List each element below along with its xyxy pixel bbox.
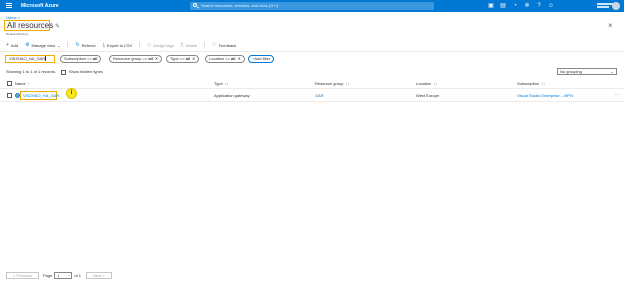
- type-filter-pill[interactable]: Type == all ✕: [166, 55, 200, 63]
- trash-icon: ▯: [180, 42, 184, 48]
- sort-icon: ↑↓: [433, 81, 438, 86]
- bell-icon[interactable]: ◔: [509, 2, 521, 10]
- subscription-filter-pill[interactable]: Subscription == all: [60, 55, 102, 63]
- assign-tags-button[interactable]: ◇ Assign tags: [147, 42, 174, 48]
- sort-icon: ↑: [27, 81, 30, 86]
- resource-group-filter-pill[interactable]: Resource group == all ✕: [109, 55, 163, 63]
- show-hidden-types-checkbox[interactable]: Show hidden types: [61, 69, 103, 75]
- close-icon[interactable]: ✕: [155, 56, 158, 61]
- record-count: Showing 1 to 1 of 1 records.: [6, 69, 56, 74]
- resource-name-link[interactable]: VISZHAO_HA_GAR: [20, 91, 59, 100]
- refresh-icon: ↻: [75, 42, 80, 48]
- avatar: [612, 2, 620, 10]
- sort-icon: ↑↓: [345, 81, 350, 86]
- gear-icon: ⚙: [25, 42, 30, 48]
- delete-button[interactable]: ▯ Delete: [181, 42, 197, 48]
- filter-name-input[interactable]: VISZHAO_HA_GAR: [5, 55, 55, 63]
- close-icon[interactable]: ✕: [192, 56, 195, 61]
- feedback-button[interactable]: ♡ Feedback: [212, 42, 236, 48]
- chevron-down-icon: ⌄: [610, 69, 614, 74]
- column-resource-group[interactable]: Resource group ↑↓: [315, 81, 349, 87]
- command-bar: + Add ⚙ Manage view ⌄ ↻ Refresh ⤓ Export to C…: [6, 41, 243, 49]
- row-checkbox[interactable]: [7, 93, 12, 98]
- divider: [0, 51, 624, 52]
- grouping-select[interactable]: No grouping ⌄: [557, 68, 617, 75]
- page-subtitle: Default Directory: [6, 32, 29, 36]
- close-icon[interactable]: ×: [608, 22, 613, 30]
- info-badge: i: [66, 88, 77, 99]
- close-icon[interactable]: ✕: [237, 56, 240, 61]
- account-menu[interactable]: [597, 2, 622, 10]
- plus-icon: +: [6, 42, 9, 48]
- sort-icon: ↑↓: [541, 81, 546, 86]
- next-page-button[interactable]: Next >: [86, 271, 112, 279]
- download-icon: ⤓: [102, 42, 105, 48]
- help-icon[interactable]: ?: [533, 2, 545, 10]
- export-csv-button[interactable]: ⤓ Export to CSV: [103, 42, 133, 48]
- search-placeholder: Search resources, services, and docs (G+…: [201, 3, 279, 8]
- sort-icon: ↑↓: [224, 81, 229, 86]
- portal-icon[interactable]: ▣: [485, 2, 497, 10]
- location-filter-pill[interactable]: Location == all ✕: [205, 55, 245, 63]
- column-name[interactable]: Name ↑: [15, 81, 30, 87]
- page-title-highlight: All resources: [4, 20, 54, 31]
- chevron-down-icon: ⌄: [57, 42, 61, 48]
- more-actions-icon[interactable]: ···: [615, 92, 620, 98]
- cloud-shell-icon[interactable]: ▤: [497, 2, 509, 10]
- gear-icon[interactable]: ✲: [521, 2, 533, 10]
- brand-label[interactable]: Microsoft Azure: [21, 2, 59, 10]
- feedback-icon[interactable]: ☺: [545, 2, 557, 10]
- select-all-checkbox[interactable]: [7, 81, 12, 86]
- cell-resource-group-link[interactable]: GAR: [315, 93, 324, 99]
- tag-icon: ◇: [147, 42, 152, 48]
- search-icon: [193, 3, 197, 7]
- chevron-down-icon: ⌄: [67, 272, 71, 277]
- column-subscription[interactable]: Subscription ↑↓: [517, 81, 545, 87]
- checkbox-icon: [61, 69, 66, 75]
- page-label: Page: [43, 272, 53, 278]
- page-of-label: of 1: [74, 272, 82, 278]
- manage-view-button[interactable]: ⚙ Manage view ⌄: [25, 42, 60, 48]
- table-row: VISZHAO_HA_GAR Application gateway GAR W…: [0, 90, 624, 102]
- page-select[interactable]: 1 ⌄: [54, 271, 73, 279]
- cell-location: West Europe: [416, 93, 440, 98]
- cell-subscription-link[interactable]: Visual Studio Enterprise – MPN: [517, 93, 573, 99]
- column-type[interactable]: Type ↑↓: [214, 81, 229, 87]
- page-title: All resources: [7, 21, 54, 30]
- pin-icon[interactable]: ✎: [55, 23, 60, 30]
- top-bar: Microsoft Azure Search resources, servic…: [0, 0, 624, 12]
- table-header: Name ↑ Type ↑↓ Resource group ↑↓ Location ↑↓…: [0, 79, 624, 89]
- menu-icon[interactable]: [6, 3, 12, 8]
- refresh-button[interactable]: ↻ Refresh: [75, 42, 95, 48]
- cell-type: Application gateway: [214, 93, 250, 98]
- global-search-input[interactable]: Search resources, services, and docs (G+…: [190, 2, 434, 10]
- add-button[interactable]: + Add: [6, 42, 18, 48]
- column-location[interactable]: Location ↑↓: [416, 81, 437, 87]
- pagination: < Previous Page 1 ⌄ of 1 Next >: [6, 271, 116, 279]
- heart-icon: ♡: [212, 42, 217, 48]
- previous-page-button[interactable]: < Previous: [6, 271, 40, 279]
- add-filter-button[interactable]: +Add filter: [248, 55, 275, 63]
